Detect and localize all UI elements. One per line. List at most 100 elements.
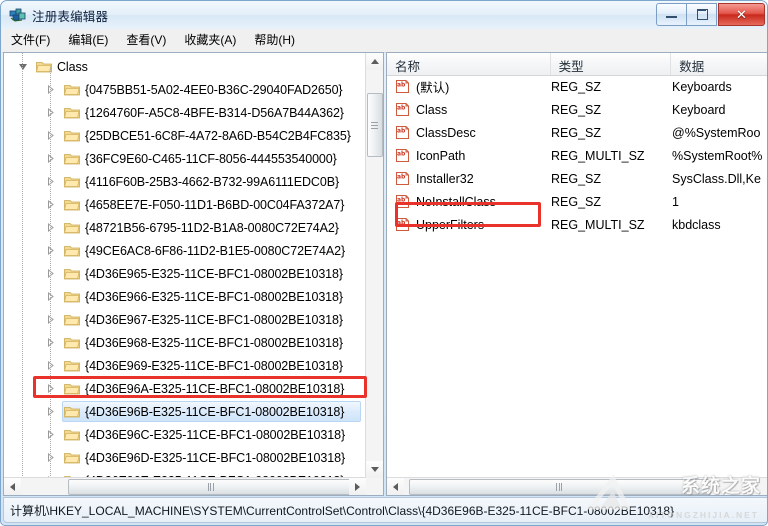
tree-node[interactable]: {4D36E967-E325-11CE-BFC1-08002BE10318} [4,308,367,331]
tree-hscroll-thumb[interactable] [68,479,355,495]
chevron-down-icon[interactable] [16,55,30,78]
registry-tree[interactable]: Class {0475BB51-5A02-4EE0-B36C-29040FAD26… [4,53,367,478]
ab-string-value-icon: ab [395,125,410,140]
tree-node[interactable]: {0475BB51-5A02-4EE0-B36C-29040FAD2650} [4,78,367,101]
chevron-right-icon[interactable] [44,170,58,193]
tree-node-label: {4D36E967-E325-11CE-BFC1-08002BE10318} [85,312,343,327]
menu-file[interactable]: 文件(F) [2,30,59,51]
column-header-name[interactable]: 名称 [387,53,551,75]
listview-row[interactable]: ab ClassDesc REG_SZ @%SystemRoo [387,121,767,144]
chevron-right-icon[interactable] [44,423,58,446]
ab-string-value-icon: ab [395,102,410,117]
tree-node-label: {0475BB51-5A02-4EE0-B36C-29040FAD2650} [85,82,343,97]
chevron-right-icon[interactable] [44,78,58,101]
minimize-button[interactable] [656,3,687,26]
folder-icon [64,106,80,119]
column-header-type[interactable]: 类型 [551,53,672,75]
tree-node[interactable]: {4D36E96C-E325-11CE-BFC1-08002BE10318} [4,423,367,446]
title-bar[interactable]: 注册表编辑器 ✕ [1,1,767,29]
value-type: REG_SZ [551,102,602,117]
tree-node[interactable]: {4658EE7E-F050-11D1-B6BD-00C04FA372A7} [4,193,367,216]
listview-rows[interactable]: ab (默认) REG_SZ Keyboards ab Class REG_SZ Keyboa… [387,75,767,478]
value-type: REG_MULTI_SZ [551,148,645,163]
chevron-right-icon[interactable] [44,377,58,400]
value-name: Class [416,102,448,117]
tree-node[interactable]: {36FC9E60-C465-11CF-8056-444553540000} [4,147,367,170]
tree-node[interactable]: {1264760F-A5C8-4BFE-B314-D56A7B44A362} [4,101,367,124]
chevron-right-icon[interactable] [44,147,58,170]
window-controls: ✕ [656,3,765,26]
tree-node[interactable]: {49CE6AC8-6F86-11D2-B1E5-0080C72E74A2} [4,239,367,262]
registry-editor-window: 注册表编辑器 ✕ 文件(F) 编辑(E) 查看(V) 收藏夹(A) 帮助(H) … [0,0,768,526]
tree-node[interactable]: {4D36E966-E325-11CE-BFC1-08002BE10318} [4,285,367,308]
tree-node[interactable]: Class [4,55,367,78]
chevron-right-icon[interactable] [44,308,58,331]
menu-favorites[interactable]: 收藏夹(A) [175,30,245,51]
tree-horizontal-scrollbar[interactable] [4,477,366,495]
tree-node[interactable]: {4116F60B-25B3-4662-B732-99A6111EDC0B} [4,170,367,193]
close-button[interactable]: ✕ [718,3,765,26]
list-scroll-left-arrow[interactable] [387,478,404,495]
status-bar: 计算机\HKEY_LOCAL_MACHINE\SYSTEM\CurrentCon… [3,497,767,523]
listview-row[interactable]: ab NoInstallClass REG_SZ 1 [387,190,767,213]
value-name-cell: ab Installer32 [387,171,551,186]
chevron-right-icon[interactable] [44,446,58,469]
chevron-right-icon[interactable] [44,124,58,147]
tree-node[interactable]: {25DBCE51-6C8F-4A72-8A6D-B54C2B4FC835} [4,124,367,147]
chevron-right-icon[interactable] [44,331,58,354]
tree-node[interactable]: {4D36E969-E325-11CE-BFC1-08002BE10318} [4,354,367,377]
tree-node-label: {1264760F-A5C8-4BFE-B314-D56A7B44A362} [85,105,344,120]
chevron-right-icon[interactable] [44,193,58,216]
tree-node[interactable]: {4D36E965-E325-11CE-BFC1-08002BE10318} [4,262,367,285]
maximize-button[interactable] [686,3,717,26]
tree-node-selected[interactable]: {4D36E96B-E325-11CE-BFC1-08002BE10318} [4,400,367,423]
scroll-left-arrow[interactable] [4,478,21,495]
folder-icon [64,244,80,257]
tree-node[interactable]: {4D36E968-E325-11CE-BFC1-08002BE10318} [4,331,367,354]
registry-tree-pane: Class {0475BB51-5A02-4EE0-B36C-29040FAD26… [3,52,384,496]
chevron-right-icon[interactable] [44,239,58,262]
registry-values-pane: 名称 类型 数据 ab (默认) REG_SZ Keyboards ab Class REG… [386,52,767,496]
scroll-up-arrow[interactable] [366,53,383,70]
listview-row[interactable]: ab Installer32 REG_SZ SysClass.Dll,Ke [387,167,767,190]
menu-view[interactable]: 查看(V) [117,30,175,51]
chevron-right-icon[interactable] [44,400,58,423]
menu-help[interactable]: 帮助(H) [245,30,304,51]
listview-row[interactable]: ab Class REG_SZ Keyboard [387,98,767,121]
value-data: SysClass.Dll,Ke [672,171,761,186]
listview-row[interactable]: ab UpperFilters REG_MULTI_SZ kbdclass [387,213,767,236]
menu-edit[interactable]: 编辑(E) [59,30,117,51]
ab-string-value-icon: ab [395,217,410,232]
ab-string-value-icon: ab [395,148,410,163]
tree-node[interactable]: {4D36E96D-E325-11CE-BFC1-08002BE10318} [4,446,367,469]
tree-node-label: {4D36E96D-E325-11CE-BFC1-08002BE10318} [85,450,346,465]
listview-row[interactable]: ab IconPath REG_MULTI_SZ %SystemRoot% [387,144,767,167]
scroll-right-arrow[interactable] [349,478,366,495]
list-hscroll-thumb[interactable] [409,479,711,495]
folder-icon [64,405,80,418]
chevron-right-icon[interactable] [44,354,58,377]
column-header-data[interactable]: 数据 [671,53,767,75]
svg-text:ab: ab [397,197,406,204]
chevron-right-icon[interactable] [44,101,58,124]
value-data: 1 [672,194,679,209]
value-data: @%SystemRoo [672,125,761,140]
value-name: NoInstallClass [416,194,496,209]
chevron-right-icon[interactable] [44,216,58,239]
chevron-right-icon[interactable] [44,285,58,308]
list-horizontal-scrollbar[interactable] [387,477,767,495]
tree-node[interactable]: {48721B56-6795-11D2-B1A8-0080C72E74A2} [4,216,367,239]
registry-editor-icon [9,6,27,24]
tree-node-label: {4116F60B-25B3-4662-B732-99A6111EDC0B} [85,174,340,189]
value-data: Keyboards [672,79,732,94]
scroll-down-arrow[interactable] [366,461,383,478]
value-name: Installer32 [416,171,474,186]
chevron-right-icon[interactable] [44,262,58,285]
tree-vertical-scrollbar[interactable] [365,53,383,478]
listview-row[interactable]: ab (默认) REG_SZ Keyboards [387,75,767,98]
folder-icon [64,152,80,165]
tree-node[interactable]: {4D36E96A-E325-11CE-BFC1-08002BE10318} [4,377,367,400]
value-data: %SystemRoot% [672,148,763,163]
value-type: REG_MULTI_SZ [551,217,645,232]
tree-vscroll-thumb[interactable] [367,93,383,157]
